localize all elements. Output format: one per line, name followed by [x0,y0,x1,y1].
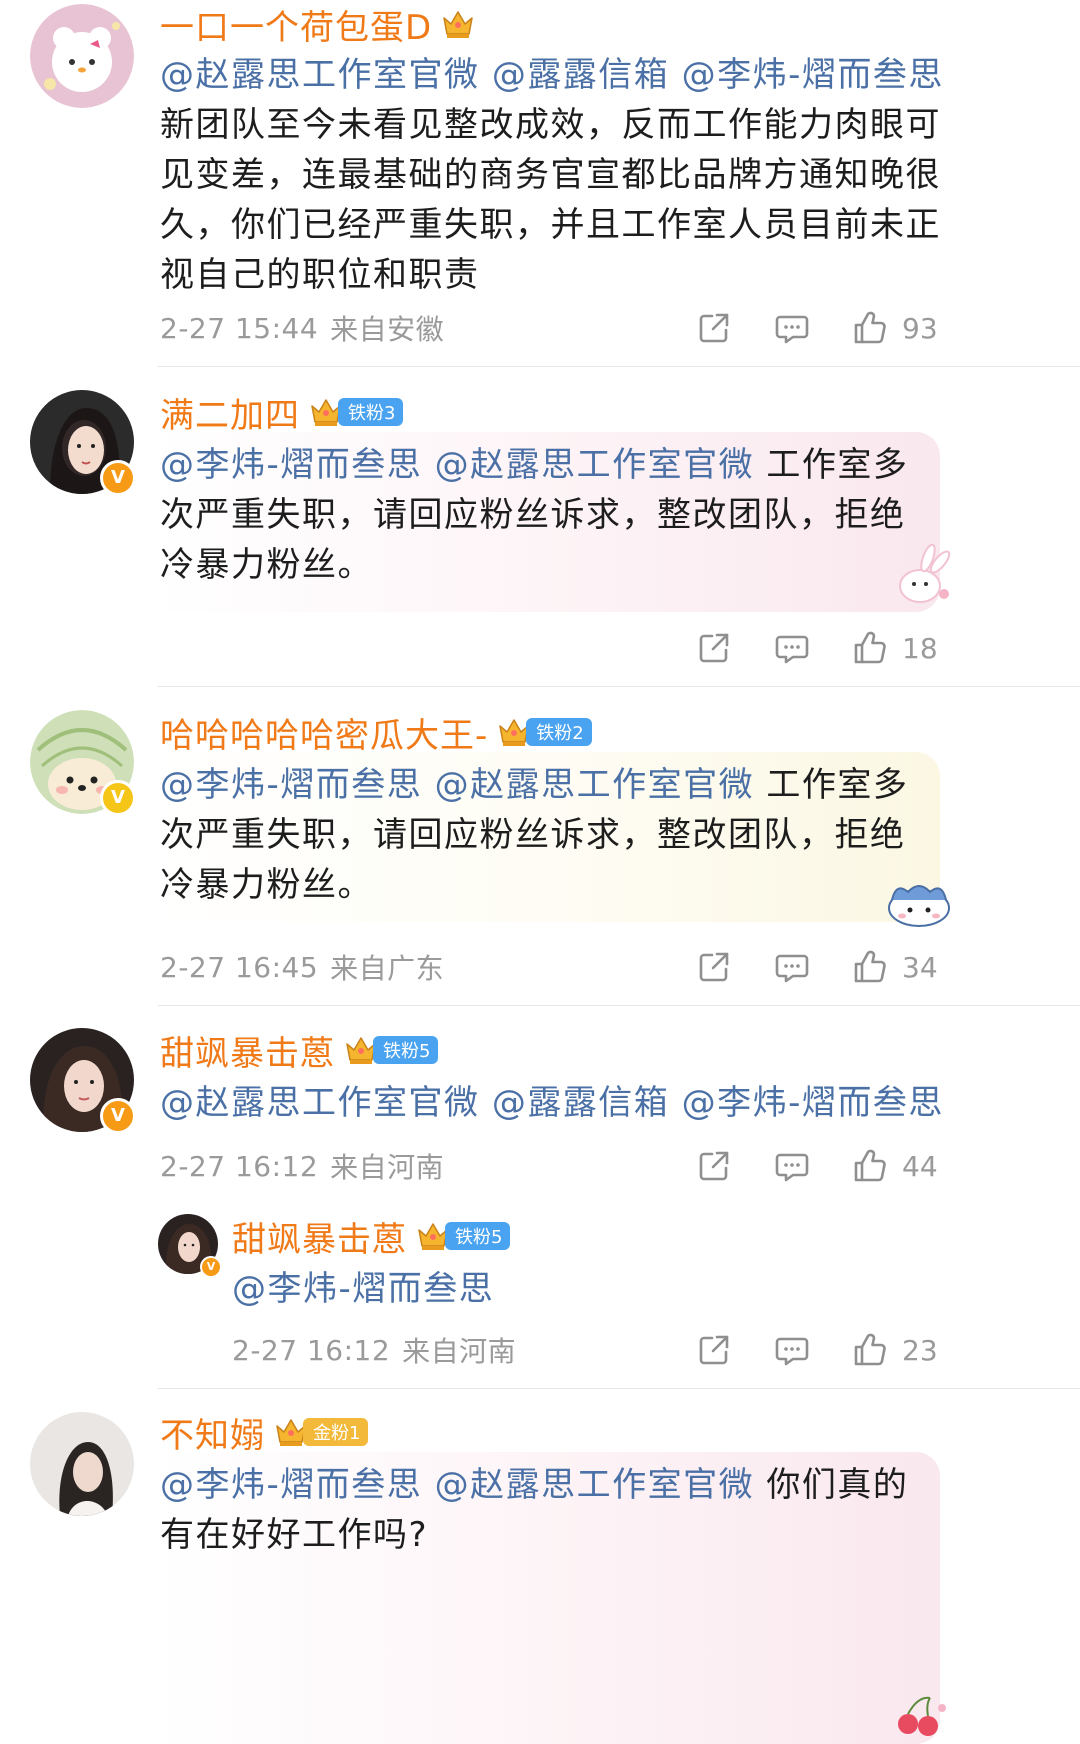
location: 来自河南 [330,1151,445,1184]
mention-link[interactable]: @赵露思工作室官微 [160,55,480,95]
avatar[interactable] [30,1412,134,1516]
fan-badge: 金粉1 [303,1418,369,1446]
mention-link[interactable]: @露露信箱 [492,55,670,95]
comment-icon[interactable] [774,1332,810,1368]
username-row: 哈哈哈哈哈密瓜大王- 铁粉2 [160,708,592,757]
avatar[interactable] [30,4,134,108]
mention-link[interactable]: @李炜-熠而叁思 [160,765,422,805]
timestamp: 2-27 16:45 [160,950,319,984]
avatar[interactable]: V [30,1028,136,1134]
divider [158,366,1080,367]
comment-meta: 2-27 16:12 来自河南 44 [160,1144,940,1188]
avatar-image [30,1412,134,1516]
timestamp: 2-27 16:12 [232,1333,391,1367]
thumbs-up-icon[interactable] [852,1332,888,1368]
comment-text: @赵露思工作室官微 @露露信箱 @李炜-熠而叁思 [160,1078,950,1128]
mention-link[interactable]: @李炜-熠而叁思 [160,1465,422,1505]
username[interactable]: 甜飒暴击蒽 [160,1026,335,1075]
reply-avatar[interactable]: V [158,1214,222,1278]
share-icon[interactable] [696,1148,732,1184]
mention-link[interactable]: @赵露思工作室官微 [435,1465,755,1505]
action-bar: 44 [696,1144,940,1188]
comment-text: @李炜-熠而叁思 @赵露思工作室官微 工作室多次严重失职，请回应粉丝诉求，整改团… [160,440,920,590]
reply-meta: 2-27 16:12 来自河南 23 [232,1328,940,1372]
share-icon[interactable] [696,310,732,346]
fan-badge: 铁粉3 [338,398,404,426]
mention-link[interactable]: @赵露思工作室官微 [160,1083,480,1123]
comment-text: @李炜-熠而叁思 @赵露思工作室官微 你们真的有在好好工作吗? [160,1460,920,1560]
like-count: 93 [902,311,938,345]
mention-link[interactable]: @赵露思工作室官微 [435,765,755,805]
thumbs-up-icon[interactable] [852,630,888,666]
action-bar: 23 [696,1328,940,1372]
thumbs-up-icon[interactable] [852,949,888,985]
mention-link[interactable]: @李炜-熠而叁思 [160,445,422,485]
comment-text: @赵露思工作室官微 @露露信箱 @李炜-熠而叁思 新团队至今未看见整改成效，反而… [160,50,950,300]
mention-link[interactable]: @露露信箱 [492,1083,670,1123]
username[interactable]: 不知嫋 [160,1408,265,1457]
timestamp: 2-27 16:12 [160,1149,319,1183]
reply-username[interactable]: 甜飒暴击蒽 [232,1212,407,1261]
like-count: 44 [902,1149,938,1183]
username-row: 甜飒暴击蒽 铁粉5 [160,1026,439,1075]
verified-v-icon: V [100,1098,136,1134]
comment-text: @李炜-熠而叁思 @赵露思工作室官微 工作室多次严重失职，请回应粉丝诉求，整改团… [160,760,920,910]
username[interactable]: 哈哈哈哈哈密瓜大王- [160,708,488,757]
divider [158,1388,1080,1389]
comment-icon[interactable] [774,949,810,985]
location: 来自广东 [330,952,445,985]
reply-username-row: 甜飒暴击蒽 铁粉5 [232,1212,511,1261]
action-bar: 93 [696,306,940,350]
verified-v-icon: V [100,460,136,496]
fan-badge: 铁粉5 [373,1036,439,1064]
comment-icon[interactable] [774,630,810,666]
username[interactable]: 一口一个荷包蛋D [160,0,432,49]
comment-meta: 2-27 16:45 来自广东 34 [160,945,940,989]
avatar[interactable]: V [30,390,136,496]
comment-icon[interactable] [774,310,810,346]
username-row: 不知嫋 金粉1 [160,1408,369,1457]
like-count: 18 [902,631,938,665]
like-count: 23 [902,1333,938,1367]
action-bar: 34 [696,945,940,989]
verified-v-icon: V [200,1256,222,1278]
divider [158,686,1080,687]
reply-text: @李炜-熠而叁思 [232,1264,932,1314]
cat-sticker-icon [888,885,950,927]
share-icon[interactable] [696,1332,732,1368]
thumbs-up-icon[interactable] [852,1148,888,1184]
mention-link[interactable]: @李炜-熠而叁思 [682,1083,944,1123]
comment-meta: 18 [160,626,940,670]
cherry-sticker-icon [898,1696,946,1736]
verified-v-icon: V [100,780,136,816]
divider [158,1005,1080,1006]
action-bar: 18 [696,626,940,670]
like-count: 34 [902,950,938,984]
location: 来自安徽 [330,313,445,346]
timestamp: 2-27 15:44 [160,311,319,345]
mention-link[interactable]: @李炜-熠而叁思 [232,1269,494,1309]
share-icon[interactable] [696,949,732,985]
username-row: 一口一个荷包蛋D [160,0,476,49]
fan-badge: 铁粉2 [526,718,592,746]
crown-icon [440,6,476,42]
share-icon[interactable] [696,630,732,666]
username[interactable]: 满二加四 [160,388,300,437]
username-row: 满二加四 铁粉3 [160,388,404,437]
comment-icon[interactable] [774,1148,810,1184]
avatar[interactable]: V [30,710,136,816]
comment-meta: 2-27 15:44 来自安徽 93 [160,306,940,350]
mention-link[interactable]: @李炜-熠而叁思 [682,55,944,95]
bunny-sticker-icon [899,544,951,603]
mention-link[interactable]: @赵露思工作室官微 [435,445,755,485]
location: 来自河南 [402,1335,517,1368]
fan-badge: 铁粉5 [445,1222,511,1250]
thumbs-up-icon[interactable] [852,310,888,346]
avatar-image [30,4,134,108]
comment-body: 新团队至今未看见整改成效，反而工作能力肉眼可见变差，连最基础的商务官宣都比品牌方… [160,105,941,295]
